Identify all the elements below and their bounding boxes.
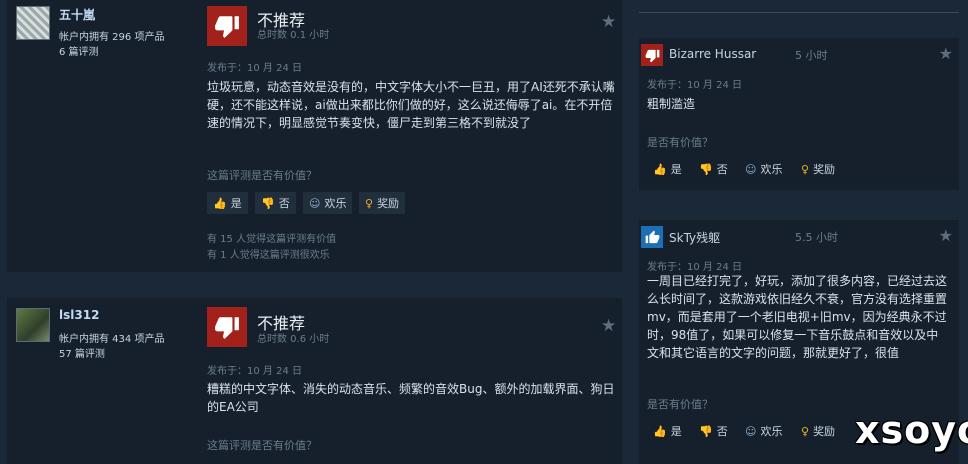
avatar[interactable] xyxy=(16,6,50,40)
helpful-question: 这篇评测是否有价值？ xyxy=(207,169,317,182)
divider xyxy=(639,12,959,13)
avatar[interactable] xyxy=(16,308,50,342)
smile-icon: ☺ xyxy=(309,196,321,210)
comments-column: Bizarre Hussar 5 小时 ★ 发布于：10 月 24 日 粗制滥造… xyxy=(630,0,968,464)
helpful-question: 是否有价值？ xyxy=(647,136,713,149)
author-name[interactable]: 五十嵐 xyxy=(59,6,95,23)
star-icon[interactable]: ★ xyxy=(939,44,953,63)
award-icon: ♀ xyxy=(801,162,810,176)
review-posted-date: 发布于：10 月 24 日 xyxy=(207,63,302,74)
review-posted-date: 发布于：10 月 24 日 xyxy=(207,366,302,377)
comment-hours: 5 小时 xyxy=(795,49,828,62)
comment-posted-date: 发布于：10 月 24 日 xyxy=(647,262,742,273)
thumb-down-icon: 👎 xyxy=(699,424,713,438)
helpful-question: 这篇评测是否有价值？ xyxy=(207,439,317,452)
thumb-up-icon xyxy=(641,226,663,248)
star-icon[interactable]: ★ xyxy=(601,12,616,32)
star-icon[interactable]: ★ xyxy=(939,226,953,245)
vote-yes-button[interactable]: 👍 是 xyxy=(647,158,688,180)
thumb-up-icon: 👍 xyxy=(213,196,227,210)
review-body: 垃圾玩意，动态音效是没有的，中文字体大小不一巨丑，用了AI还死不承认嘴硬，还不能… xyxy=(207,80,615,130)
thumb-down-icon xyxy=(207,307,247,347)
author-reviews[interactable]: 6 篇评测 xyxy=(59,43,99,58)
vote-no-button[interactable]: 👎 否 xyxy=(255,192,296,214)
award-button[interactable]: ♀ 奖励 xyxy=(359,192,406,214)
thumb-down-icon: 👎 xyxy=(699,162,713,176)
helpful-count: 有 15 人觉得这篇评测有价值 xyxy=(207,234,337,245)
author-name[interactable]: lsl312 xyxy=(59,308,99,322)
comment-author[interactable]: Bizarre Hussar xyxy=(669,47,756,61)
vote-funny-button[interactable]: ☺ 欢乐 xyxy=(303,192,353,214)
comment-card: Bizarre Hussar 5 小时 ★ 发布于：10 月 24 日 粗制滥造… xyxy=(639,38,959,190)
author-products[interactable]: 帐户内拥有 434 项产品 xyxy=(59,330,164,345)
helpful-question: 是否有价值？ xyxy=(647,398,713,411)
comment-hours: 5.5 小时 xyxy=(795,231,838,244)
vote-no-button[interactable]: 👎 否 xyxy=(693,158,734,180)
vote-yes-button[interactable]: 👍 是 xyxy=(647,420,688,442)
thumb-up-icon: 👍 xyxy=(653,162,667,176)
vote-yes-button[interactable]: 👍 是 xyxy=(207,192,248,214)
award-button[interactable]: ♀ 奖励 xyxy=(795,158,841,180)
author-reviews[interactable]: 57 篇评测 xyxy=(59,345,105,360)
vote-funny-button[interactable]: ☺ 欢乐 xyxy=(739,158,788,180)
smile-icon: ☺ xyxy=(745,424,757,438)
comment-body: 粗制滥造 xyxy=(647,97,696,111)
review-hours: 总时数 0.6 小时 xyxy=(257,334,330,345)
smile-icon: ☺ xyxy=(745,162,757,176)
vote-funny-button[interactable]: ☺ 欢乐 xyxy=(739,420,788,442)
thumb-down-icon xyxy=(641,44,663,66)
thumb-down-icon xyxy=(207,6,247,46)
comment-author[interactable]: SkTy残躯 xyxy=(669,229,720,246)
comment-posted-date: 发布于：10 月 24 日 xyxy=(647,80,742,91)
thumb-up-icon: 👍 xyxy=(653,424,667,438)
review-hours: 总时数 0.1 小时 xyxy=(257,30,330,41)
thumb-down-icon: 👎 xyxy=(261,196,275,210)
review-card: lsl312 帐户内拥有 434 项产品 57 篇评测 不推荐 总时数 0.6 … xyxy=(7,298,622,464)
star-icon[interactable]: ★ xyxy=(601,316,616,336)
award-icon: ♀ xyxy=(365,196,374,210)
watermark-logo: xsoyo xyxy=(855,408,968,452)
award-button[interactable]: ♀ 奖励 xyxy=(795,420,841,442)
review-card: 五十嵐 帐户内拥有 296 项产品 6 篇评测 不推荐 总时数 0.1 小时 ★… xyxy=(7,0,622,272)
author-products[interactable]: 帐户内拥有 296 项产品 xyxy=(59,28,164,43)
funny-count: 有 1 人觉得这篇评测很欢乐 xyxy=(207,250,330,261)
award-icon: ♀ xyxy=(801,424,810,438)
review-body: 糟糕的中文字体、消失的动态音乐、频繁的音效Bug、额外的加载界面、狗日的EA公司 xyxy=(207,382,615,414)
comment-body: 一周目已经打完了，好玩，添加了很多内容，已经过去这么长时间了，这款游戏依旧经久不… xyxy=(647,274,948,360)
vote-no-button[interactable]: 👎 否 xyxy=(693,420,734,442)
